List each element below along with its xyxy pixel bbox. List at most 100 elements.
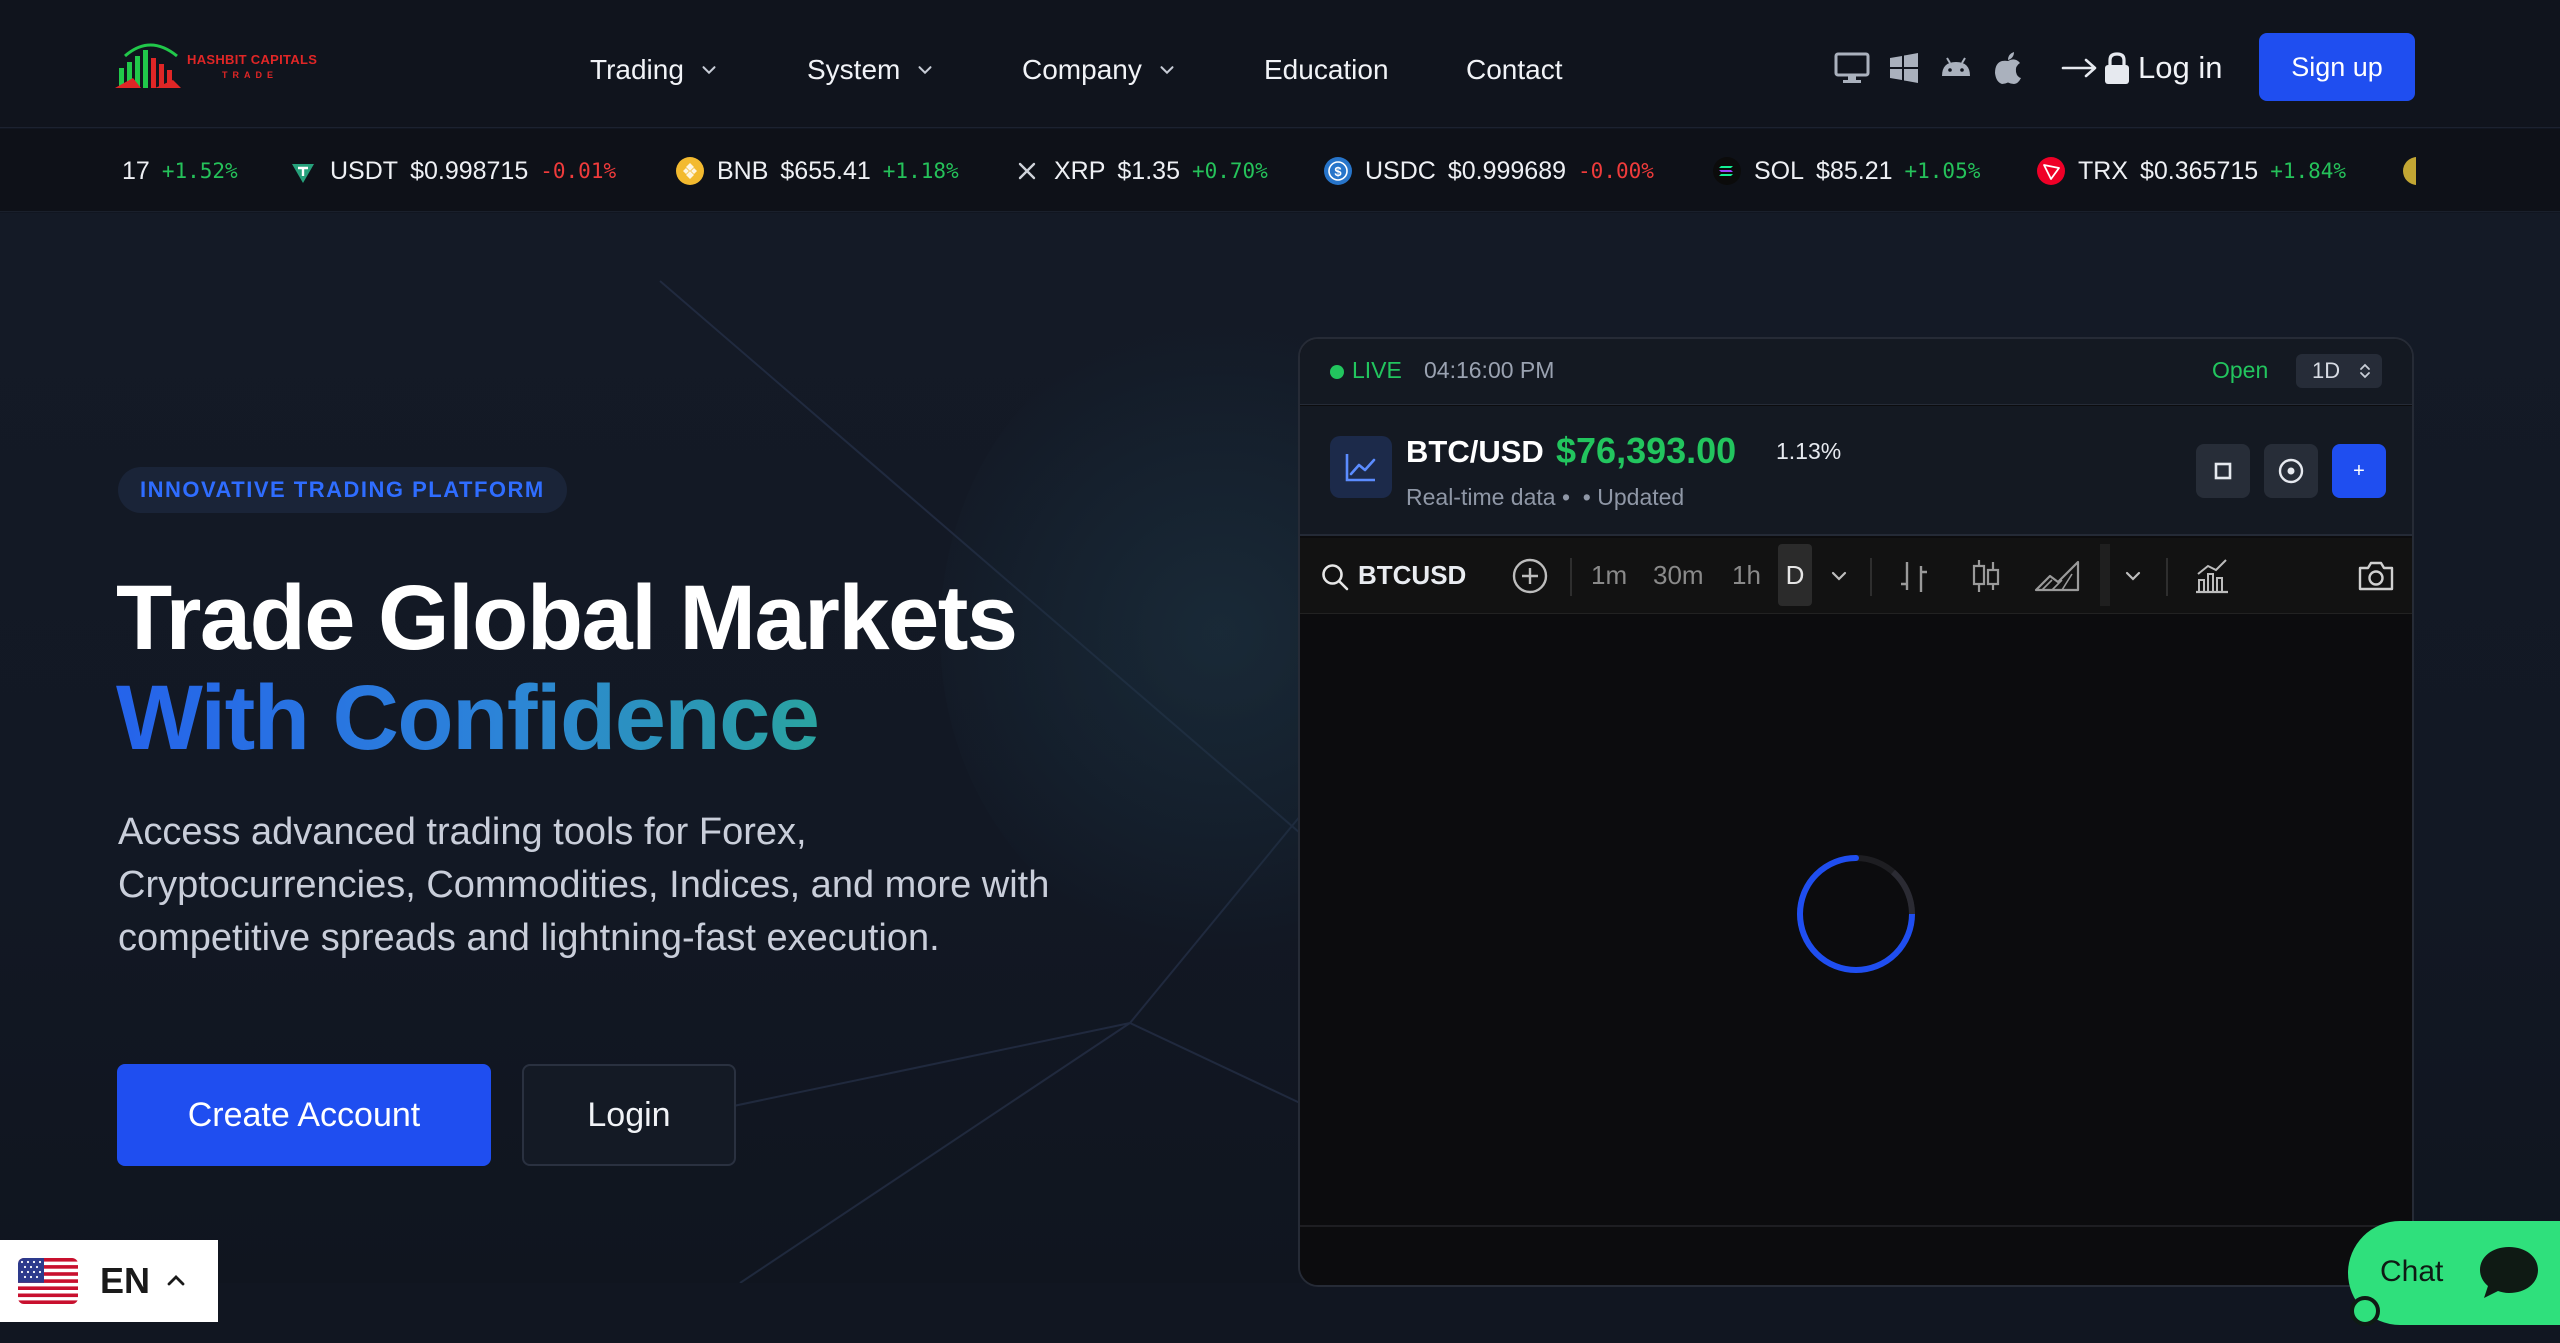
- signup-button[interactable]: Sign up: [2259, 33, 2415, 101]
- hero-login-button[interactable]: Login: [522, 1064, 736, 1166]
- indicators-icon[interactable]: [2190, 554, 2234, 598]
- ticker-symbol: BNB: [717, 156, 769, 185]
- symbol-search[interactable]: BTCUSD: [1358, 560, 1466, 591]
- loading-spinner-icon: [1797, 855, 1915, 973]
- target-icon: [2278, 458, 2304, 484]
- ticker-track: 17 +1.52% USDT $0.998715 -0.01% BNB $655…: [118, 129, 2416, 211]
- market-status: Open: [2212, 357, 2269, 383]
- windows-icon[interactable]: [1885, 50, 1923, 86]
- nav-education-label: Education: [1264, 54, 1389, 85]
- svg-text:$: $: [1334, 164, 1342, 179]
- candles-icon[interactable]: [1964, 554, 2008, 598]
- updown-chevron-icon: [2360, 363, 2370, 379]
- arrow-right-icon: [2061, 58, 2097, 78]
- interval-1h[interactable]: 1h: [1732, 560, 1761, 591]
- search-icon[interactable]: [1320, 562, 1350, 592]
- xrp-icon: [1018, 162, 1036, 180]
- timeframe-select[interactable]: 1D: [2296, 354, 2382, 388]
- toolbar-divider: [2166, 558, 2168, 596]
- nav-company[interactable]: Company: [1022, 50, 1178, 90]
- chart-toolbar: BTCUSD 1m 30m 1h D: [1300, 538, 2412, 614]
- site-header: HASHBIT CAPITALS TRADE Trading System Co…: [0, 0, 2560, 128]
- ticker-change: +1.05%: [1904, 159, 1981, 183]
- header-login-link[interactable]: Log in: [2060, 46, 2222, 90]
- trx-icon: [2037, 157, 2065, 185]
- create-account-button[interactable]: Create Account: [117, 1064, 491, 1166]
- apple-icon[interactable]: [1989, 50, 2027, 86]
- chevron-down-icon[interactable]: [2118, 554, 2148, 598]
- ticker-change: -0.01%: [540, 159, 617, 183]
- chevron-up-icon: [167, 1275, 185, 1286]
- chevron-down-icon[interactable]: [1824, 554, 1854, 598]
- brand-logo[interactable]: HASHBIT CAPITALS TRADE: [115, 34, 325, 96]
- chevron-down-icon: [702, 66, 716, 75]
- coin-icon: [2403, 157, 2416, 185]
- interval-1m[interactable]: 1m: [1591, 560, 1627, 591]
- toolbar-divider: [2100, 544, 2110, 606]
- widget-status-bar: LIVE 04:16:00 PM Open 1D: [1300, 339, 2412, 405]
- ticker-item-sol[interactable]: SOL $85.21 +1.05%: [1712, 151, 1980, 191]
- widget-time: 04:16:00 PM: [1424, 357, 1555, 383]
- ticker-item-usdt[interactable]: USDT $0.998715 -0.01%: [288, 151, 616, 191]
- nav-education[interactable]: Education: [1264, 50, 1389, 90]
- square-icon: [2214, 462, 2232, 480]
- logo-bars-icon: [115, 43, 181, 88]
- nav-trading[interactable]: Trading: [590, 50, 720, 90]
- timeframe-value: 1D: [2312, 358, 2341, 383]
- ticker-symbol: XRP: [1054, 156, 1106, 185]
- usdc-icon: $: [1324, 157, 1352, 185]
- toolbar-divider: [1870, 558, 1872, 596]
- ticker-item-trx[interactable]: TRX $0.365715 +1.84%: [2036, 151, 2346, 191]
- bar-chart-type-icon[interactable]: [1892, 554, 1936, 598]
- price-ticker: 17 +1.52% USDT $0.998715 -0.01% BNB $655…: [0, 129, 2560, 212]
- camera-icon[interactable]: [2354, 554, 2398, 598]
- online-status-icon: [2350, 1296, 2380, 1326]
- ticker-price: $1.35: [1117, 156, 1180, 185]
- nav-trading-label: Trading: [590, 54, 684, 85]
- desktop-icon[interactable]: [1833, 50, 1871, 86]
- ticker-price: 17: [122, 156, 150, 185]
- chart-canvas[interactable]: [1300, 615, 2412, 1225]
- ticker-item-bnb[interactable]: BNB $655.41 +1.18%: [675, 151, 959, 191]
- hero-badge: INNOVATIVE TRADING PLATFORM: [118, 467, 567, 513]
- us-flag-icon: [18, 1258, 78, 1304]
- add-button[interactable]: +: [2332, 444, 2386, 498]
- pair-name: BTC/USD: [1406, 434, 1544, 469]
- nav-contact[interactable]: Contact: [1466, 50, 1563, 90]
- interval-d[interactable]: D: [1778, 544, 1812, 606]
- ticker-price: $0.365715: [2140, 156, 2259, 185]
- fullscreen-button[interactable]: [2196, 444, 2250, 498]
- chart-footer: [1300, 1225, 2412, 1285]
- target-button[interactable]: [2264, 444, 2318, 498]
- chart-widget: LIVE 04:16:00 PM Open 1D BTC/USD $76,393…: [1298, 337, 2414, 1287]
- chart-line-icon: [1330, 436, 1392, 498]
- live-label: LIVE: [1352, 357, 1402, 383]
- ticker-price: $85.21: [1816, 156, 1893, 185]
- nav-system[interactable]: System: [807, 50, 936, 90]
- ticker-item-next[interactable]: [2402, 151, 2416, 191]
- login-label: Log in: [2138, 50, 2223, 85]
- ticker-change: +0.70%: [1191, 159, 1268, 183]
- nav-system-label: System: [807, 54, 901, 85]
- ticker-symbol: USDC: [1365, 156, 1436, 185]
- area-chart-icon[interactable]: [2032, 554, 2082, 598]
- ticker-item[interactable]: 17 +1.52%: [122, 151, 238, 191]
- ticker-change: +1.84%: [2270, 159, 2347, 183]
- hero-title: Trade Global Markets: [116, 567, 1018, 669]
- interval-30m[interactable]: 30m: [1653, 560, 1704, 591]
- compare-plus-icon[interactable]: [1510, 556, 1550, 596]
- ticker-symbol: TRX: [2078, 156, 2128, 185]
- android-icon[interactable]: [1937, 50, 1975, 86]
- ticker-change: +1.52%: [161, 159, 238, 183]
- pair-change: 1.13%: [1776, 438, 1842, 464]
- hero-description: Access advanced trading tools for Forex,…: [118, 811, 1050, 959]
- widget-quote: BTC/USD $76,393.00 1.13% Real-time data …: [1300, 406, 2412, 536]
- language-selector[interactable]: EN: [0, 1240, 218, 1322]
- ticker-price: $0.999689: [1447, 156, 1567, 185]
- ticker-symbol: USDT: [330, 156, 399, 185]
- usdt-icon: [292, 164, 314, 183]
- ticker-item-xrp[interactable]: XRP $1.35 +0.70%: [1012, 151, 1268, 191]
- ticker-item-usdc[interactable]: $ USDC $0.999689 -0.00%: [1323, 151, 1654, 191]
- chat-label: Chat: [2380, 1255, 2444, 1288]
- ticker-price: $0.998715: [410, 156, 529, 185]
